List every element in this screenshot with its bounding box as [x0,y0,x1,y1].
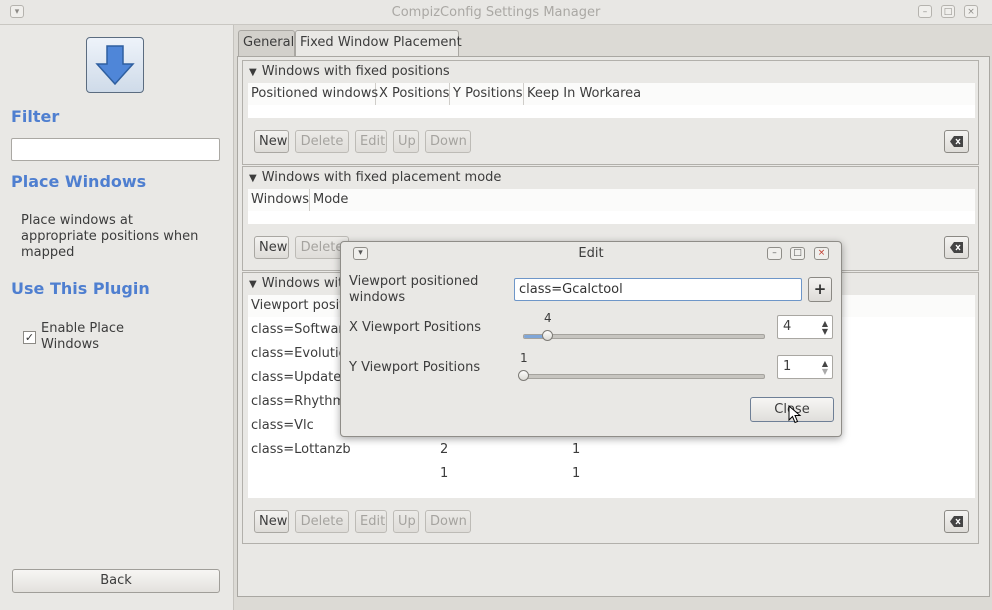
expander-triangle-icon: ▼ [249,67,257,78]
plus-icon: + [813,280,827,298]
new-button[interactable]: New [254,236,289,259]
fixed-mode-list[interactable] [248,211,975,224]
clear-list-button[interactable] [944,130,969,153]
clear-list-button[interactable] [944,236,969,259]
x-slider-handle[interactable] [542,330,553,341]
tab-fixed-window-placement[interactable]: Fixed Window Placement [295,30,462,57]
delete-button[interactable]: Delete [295,130,349,153]
viewport-expander[interactable]: ▼ Windows wit [249,276,343,291]
fixed-positions-expander[interactable]: ▼ Windows with fixed positions [249,64,450,79]
up-button[interactable]: Up [393,510,419,533]
windows-input[interactable]: class=Gcalctool [514,278,802,301]
list-item[interactable]: class=Vlc [251,418,314,433]
x-position-cell: 2 [440,442,449,457]
filter-input[interactable] [11,138,220,161]
column-positioned-windows[interactable]: Positioned windows [248,83,378,105]
list-item[interactable]: class=Update- [251,370,346,385]
new-button[interactable]: New [254,510,289,533]
windows-label: Viewport positioned windows [349,274,479,305]
y-position-cell: 1 [572,442,581,457]
x-viewport-label: X Viewport Positions [349,320,482,335]
y-viewport-spinner[interactable]: 1 ▲ ▼ [777,355,833,379]
x-slider-value: 4 [544,311,552,325]
minimize-button[interactable]: – [918,5,932,18]
down-button[interactable]: Down [425,510,471,533]
dialog-titlebar: ▾ Edit – □ × [341,242,841,266]
y-viewport-label: Y Viewport Positions [349,360,481,375]
add-window-button[interactable]: + [808,277,832,302]
use-plugin-heading: Use This Plugin [11,279,150,298]
plugin-description: Place windows at appropriate positions w… [21,213,199,260]
back-button[interactable]: Back [12,569,220,593]
edit-button[interactable]: Edit [355,510,387,533]
fixed-mode-expander[interactable]: ▼ Windows with fixed placement mode [249,170,501,185]
spin-down-icon[interactable]: ▼ [822,328,828,336]
fixed-mode-header: Windows Mode [248,189,975,212]
list-item[interactable]: class=Evolutio [251,346,347,361]
sidebar: Filter Place Windows Place windows at ap… [0,25,234,610]
mouse-cursor-icon [788,405,802,424]
y-slider-value: 1 [520,351,528,365]
tab-general[interactable]: General [238,30,295,56]
list-item[interactable]: class=Lottanzb [251,442,351,457]
maximize-button[interactable]: □ [941,5,955,18]
edit-button[interactable]: Edit [355,130,387,153]
y-position-cell: 1 [572,466,581,481]
fixed-positions-header: Positioned windows X Positions Y Positio… [248,83,975,106]
fixed-positions-section: ▼ Windows with fixed positions Positioned… [242,60,979,165]
expander-triangle-icon: ▼ [249,279,257,290]
filter-heading: Filter [11,107,60,126]
fixed-positions-list[interactable] [248,105,975,118]
clear-icon [950,136,963,147]
column-mode[interactable]: Mode [310,189,975,211]
x-viewport-slider[interactable] [523,334,765,339]
dialog-maximize-button[interactable]: □ [790,247,805,260]
edit-dialog: ▾ Edit – □ × Viewport positioned windows… [340,241,842,437]
y-slider-handle[interactable] [518,370,529,381]
dialog-minimize-button[interactable]: – [767,247,782,260]
expander-triangle-icon: ▼ [249,173,257,184]
enable-plugin-label: Enable Place Windows [41,321,124,352]
spin-down-icon[interactable]: ▼ [822,368,828,376]
column-y-positions[interactable]: Y Positions [450,83,524,105]
y-viewport-slider[interactable] [523,374,765,379]
close-window-button[interactable]: × [964,5,978,18]
down-button[interactable]: Down [425,130,471,153]
window-titlebar: ▾ CompizConfig Settings Manager – □ × [0,0,992,25]
column-keep-in-workarea[interactable]: Keep In Workarea [524,83,975,105]
clear-icon [950,516,963,527]
clear-list-button[interactable] [944,510,969,533]
dialog-title: Edit [578,246,604,261]
plugin-heading: Place Windows [11,172,147,191]
clear-icon [950,242,963,253]
x-position-cell: 1 [440,466,449,481]
window-title: CompizConfig Settings Manager [391,5,601,20]
dialog-close-icon[interactable]: × [814,247,829,260]
delete-button[interactable]: Delete [295,510,349,533]
list-item[interactable]: class=Rhythmb [251,394,353,409]
download-arrow-icon [95,45,135,86]
up-button[interactable]: Up [393,130,419,153]
new-button[interactable]: New [254,130,289,153]
place-windows-plugin-icon [86,37,144,93]
column-windows[interactable]: Windows [248,189,310,211]
column-x-positions[interactable]: X Positions [376,83,450,105]
x-viewport-spinner[interactable]: 4 ▲ ▼ [777,315,833,339]
enable-plugin-checkbox[interactable]: ✓ [23,331,36,344]
list-item[interactable]: class=Software [251,322,351,337]
